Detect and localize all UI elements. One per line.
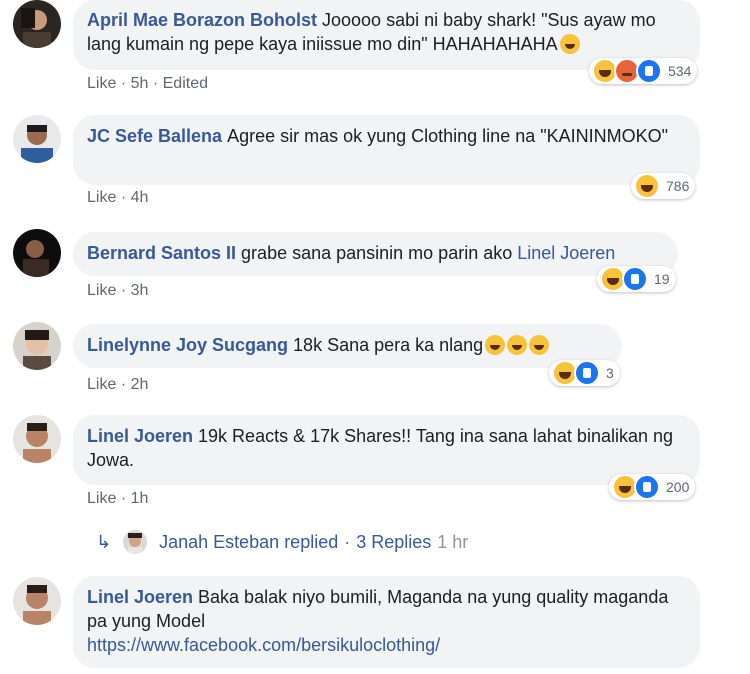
reply-count[interactable]: 3 Replies xyxy=(356,532,431,553)
comment-meta: Like · 3h xyxy=(87,282,149,299)
comment-bubble: JC Sefe Ballena Agree sir mas ok yung Clo… xyxy=(73,115,700,185)
comment-bubble: Linel Joeren 19k Reacts & 17k Shares!! Ta… xyxy=(73,415,700,485)
reaction-count: 19 xyxy=(654,271,670,287)
reaction-summary[interactable]: 19 xyxy=(597,266,676,292)
avatar[interactable] xyxy=(13,0,61,48)
like-link[interactable]: Like xyxy=(87,75,116,92)
haha-icon xyxy=(634,173,660,199)
avatar[interactable] xyxy=(13,577,61,625)
avatar[interactable] xyxy=(13,415,61,463)
comment-text: Agree sir mas ok yung Clothing line na "… xyxy=(227,126,669,146)
comment-bubble: Linelynne Joy Sucgang 18k Sana pera ka nl… xyxy=(73,324,622,368)
comment-author[interactable]: Linel Joeren xyxy=(87,426,193,446)
like-icon xyxy=(634,474,660,500)
rofl-emoji-icon xyxy=(529,335,550,355)
comment-bubble: Bernard Santos II grabe sana pansinin mo … xyxy=(73,232,678,276)
avatar[interactable] xyxy=(13,322,61,370)
comment-author[interactable]: Bernard Santos II xyxy=(87,243,236,263)
comment-time[interactable]: 5h xyxy=(131,75,149,92)
comment-author[interactable]: Linel Joeren xyxy=(87,587,193,607)
comment-author[interactable]: JC Sefe Ballena xyxy=(87,126,222,146)
avatar[interactable] xyxy=(13,115,61,163)
comment-author[interactable]: Linelynne Joy Sucgang xyxy=(87,335,288,355)
edited-label[interactable]: Edited xyxy=(163,75,208,92)
comment-author[interactable]: April Mae Borazon Boholst xyxy=(87,10,317,30)
reaction-summary[interactable]: 200 xyxy=(609,474,696,500)
reaction-count: 786 xyxy=(666,178,690,194)
like-icon xyxy=(574,360,600,386)
comment-text: 18k Sana pera ka nlang xyxy=(293,335,484,355)
reaction-summary[interactable]: 534 xyxy=(589,58,698,84)
rofl-emoji-icon xyxy=(485,335,506,355)
external-link[interactable]: https://www.facebook.com/bersikuloclothi… xyxy=(87,635,440,655)
laughing-emoji-icon xyxy=(559,34,580,54)
view-replies[interactable]: ↳ Janah Esteban replied · 3 Replies 1 hr xyxy=(96,526,468,558)
comment-meta: Like · 2h xyxy=(87,376,149,393)
comment-time[interactable]: 1h xyxy=(131,490,149,507)
comment-time[interactable]: 4h xyxy=(131,189,149,206)
like-link[interactable]: Like xyxy=(87,490,116,507)
reaction-count: 200 xyxy=(666,479,690,495)
avatar[interactable] xyxy=(13,229,61,277)
mention-link[interactable]: Linel Joeren xyxy=(517,243,615,263)
comment-text: grabe sana pansinin mo parin ako xyxy=(241,243,513,263)
comment-meta: Like · 5h · Edited xyxy=(87,75,208,92)
reaction-count: 534 xyxy=(668,63,692,79)
comment-time[interactable]: 3h xyxy=(131,282,149,299)
comment-meta: Like · 1h xyxy=(87,490,149,507)
reaction-summary[interactable]: 3 xyxy=(549,360,620,386)
comment-meta: Like · 4h xyxy=(87,189,149,206)
comment-time[interactable]: 2h xyxy=(131,376,149,393)
reply-time: 1 hr xyxy=(437,531,469,552)
reaction-count: 3 xyxy=(606,365,614,381)
reply-avatar xyxy=(123,530,148,554)
rofl-emoji-icon xyxy=(507,335,528,355)
reply-author[interactable]: Janah Esteban replied xyxy=(159,532,338,553)
like-link[interactable]: Like xyxy=(87,376,116,393)
reaction-summary[interactable]: 786 xyxy=(631,173,696,199)
like-icon xyxy=(622,266,648,292)
like-link[interactable]: Like xyxy=(87,189,116,206)
comment-bubble: Linel Joeren Baka balak niyo bumili, Maga… xyxy=(73,576,700,668)
like-icon xyxy=(636,58,662,84)
like-link[interactable]: Like xyxy=(87,282,116,299)
reply-arrow-icon: ↳ xyxy=(96,531,112,552)
